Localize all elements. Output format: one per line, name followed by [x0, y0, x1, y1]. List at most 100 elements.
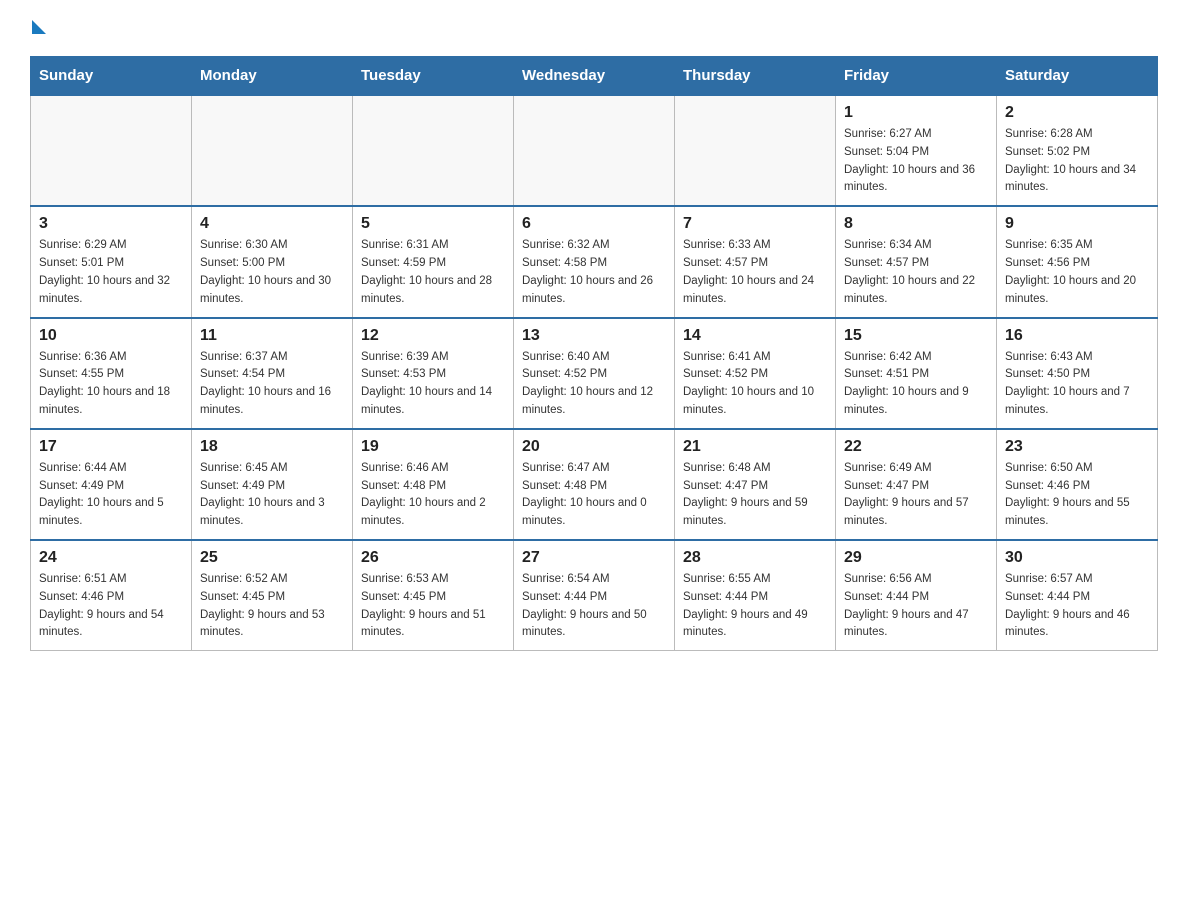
day-info: Sunrise: 6:41 AM Sunset: 4:52 PM Dayligh…: [683, 349, 827, 420]
calendar-cell: 15 Sunrise: 6:42 AM Sunset: 4:51 PM Dayli…: [836, 318, 997, 429]
calendar-cell: 18 Sunrise: 6:45 AM Sunset: 4:49 PM Dayli…: [192, 429, 353, 540]
calendar-cell: [31, 95, 192, 206]
calendar-cell: 11Sunrise: 6:37 AM Sunset: 4:54 PM Dayli…: [192, 318, 353, 429]
day-info: Sunrise: 6:53 AM Sunset: 4:45 PM Dayligh…: [361, 571, 505, 642]
day-info: Sunrise: 6:45 AM Sunset: 4:49 PM Dayligh…: [200, 460, 344, 531]
calendar-week-row: 10 Sunrise: 6:36 AM Sunset: 4:55 PM Dayli…: [31, 318, 1158, 429]
calendar-week-row: 17Sunrise: 6:44 AM Sunset: 4:49 PM Dayli…: [31, 429, 1158, 540]
calendar-cell: 27 Sunrise: 6:54 AM Sunset: 4:44 PM Dayli…: [514, 540, 675, 651]
day-info: Sunrise: 6:44 AM Sunset: 4:49 PM Dayligh…: [39, 460, 183, 531]
calendar-header-friday: Friday: [836, 57, 997, 96]
day-info: Sunrise: 6:47 AM Sunset: 4:48 PM Dayligh…: [522, 460, 666, 531]
day-info: Sunrise: 6:48 AM Sunset: 4:47 PM Dayligh…: [683, 460, 827, 531]
calendar-cell: 10 Sunrise: 6:36 AM Sunset: 4:55 PM Dayli…: [31, 318, 192, 429]
calendar-header-sunday: Sunday: [31, 57, 192, 96]
day-number: 14: [683, 327, 827, 345]
day-number: 16: [1005, 327, 1149, 345]
calendar-cell: 26 Sunrise: 6:53 AM Sunset: 4:45 PM Dayli…: [353, 540, 514, 651]
calendar-cell: [192, 95, 353, 206]
calendar-week-row: 1 Sunrise: 6:27 AM Sunset: 5:04 PM Daylig…: [31, 95, 1158, 206]
day-info: Sunrise: 6:50 AM Sunset: 4:46 PM Dayligh…: [1005, 460, 1149, 531]
day-info: Sunrise: 6:35 AM Sunset: 4:56 PM Dayligh…: [1005, 237, 1149, 308]
day-info: Sunrise: 6:55 AM Sunset: 4:44 PM Dayligh…: [683, 571, 827, 642]
day-number: 8: [844, 215, 988, 233]
day-number: 10: [39, 327, 183, 345]
day-number: 3: [39, 215, 183, 233]
calendar-week-row: 24 Sunrise: 6:51 AM Sunset: 4:46 PM Dayli…: [31, 540, 1158, 651]
day-number: 5: [361, 215, 505, 233]
day-number: 24: [39, 549, 183, 567]
day-info: Sunrise: 6:46 AM Sunset: 4:48 PM Dayligh…: [361, 460, 505, 531]
page-header: [30, 20, 1158, 36]
day-info: Sunrise: 6:33 AM Sunset: 4:57 PM Dayligh…: [683, 237, 827, 308]
day-number: 30: [1005, 549, 1149, 567]
calendar-cell: 12 Sunrise: 6:39 AM Sunset: 4:53 PM Dayli…: [353, 318, 514, 429]
calendar-cell: 1 Sunrise: 6:27 AM Sunset: 5:04 PM Daylig…: [836, 95, 997, 206]
calendar-cell: 3 Sunrise: 6:29 AM Sunset: 5:01 PM Daylig…: [31, 206, 192, 317]
day-number: 20: [522, 438, 666, 456]
day-number: 15: [844, 327, 988, 345]
day-info: Sunrise: 6:28 AM Sunset: 5:02 PM Dayligh…: [1005, 126, 1149, 197]
calendar-cell: 17Sunrise: 6:44 AM Sunset: 4:49 PM Dayli…: [31, 429, 192, 540]
calendar-cell: 6Sunrise: 6:32 AM Sunset: 4:58 PM Daylig…: [514, 206, 675, 317]
day-info: Sunrise: 6:27 AM Sunset: 5:04 PM Dayligh…: [844, 126, 988, 197]
day-number: 6: [522, 215, 666, 233]
calendar-header-thursday: Thursday: [675, 57, 836, 96]
day-info: Sunrise: 6:30 AM Sunset: 5:00 PM Dayligh…: [200, 237, 344, 308]
day-number: 27: [522, 549, 666, 567]
day-info: Sunrise: 6:49 AM Sunset: 4:47 PM Dayligh…: [844, 460, 988, 531]
day-number: 26: [361, 549, 505, 567]
calendar-cell: 2 Sunrise: 6:28 AM Sunset: 5:02 PM Daylig…: [997, 95, 1158, 206]
calendar-cell: 25Sunrise: 6:52 AM Sunset: 4:45 PM Dayli…: [192, 540, 353, 651]
day-number: 11: [200, 327, 344, 345]
day-number: 9: [1005, 215, 1149, 233]
day-number: 21: [683, 438, 827, 456]
day-number: 2: [1005, 104, 1149, 122]
day-info: Sunrise: 6:51 AM Sunset: 4:46 PM Dayligh…: [39, 571, 183, 642]
day-number: 25: [200, 549, 344, 567]
day-number: 22: [844, 438, 988, 456]
day-number: 4: [200, 215, 344, 233]
day-number: 28: [683, 549, 827, 567]
calendar-week-row: 3 Sunrise: 6:29 AM Sunset: 5:01 PM Daylig…: [31, 206, 1158, 317]
day-info: Sunrise: 6:29 AM Sunset: 5:01 PM Dayligh…: [39, 237, 183, 308]
calendar-cell: 13 Sunrise: 6:40 AM Sunset: 4:52 PM Dayli…: [514, 318, 675, 429]
day-number: 13: [522, 327, 666, 345]
day-info: Sunrise: 6:42 AM Sunset: 4:51 PM Dayligh…: [844, 349, 988, 420]
calendar-header-row: SundayMondayTuesdayWednesdayThursdayFrid…: [31, 57, 1158, 96]
day-info: Sunrise: 6:43 AM Sunset: 4:50 PM Dayligh…: [1005, 349, 1149, 420]
day-number: 29: [844, 549, 988, 567]
day-number: 19: [361, 438, 505, 456]
calendar-cell: 22 Sunrise: 6:49 AM Sunset: 4:47 PM Dayli…: [836, 429, 997, 540]
day-info: Sunrise: 6:34 AM Sunset: 4:57 PM Dayligh…: [844, 237, 988, 308]
day-number: 12: [361, 327, 505, 345]
day-number: 23: [1005, 438, 1149, 456]
calendar-cell: 21 Sunrise: 6:48 AM Sunset: 4:47 PM Dayli…: [675, 429, 836, 540]
calendar-header-saturday: Saturday: [997, 57, 1158, 96]
day-info: Sunrise: 6:57 AM Sunset: 4:44 PM Dayligh…: [1005, 571, 1149, 642]
day-info: Sunrise: 6:40 AM Sunset: 4:52 PM Dayligh…: [522, 349, 666, 420]
calendar-cell: 5Sunrise: 6:31 AM Sunset: 4:59 PM Daylig…: [353, 206, 514, 317]
calendar-cell: 24 Sunrise: 6:51 AM Sunset: 4:46 PM Dayli…: [31, 540, 192, 651]
calendar-header-wednesday: Wednesday: [514, 57, 675, 96]
calendar-cell: 23 Sunrise: 6:50 AM Sunset: 4:46 PM Dayli…: [997, 429, 1158, 540]
calendar-cell: 8 Sunrise: 6:34 AM Sunset: 4:57 PM Daylig…: [836, 206, 997, 317]
calendar-cell: 30 Sunrise: 6:57 AM Sunset: 4:44 PM Dayli…: [997, 540, 1158, 651]
calendar-cell: 9 Sunrise: 6:35 AM Sunset: 4:56 PM Daylig…: [997, 206, 1158, 317]
calendar-cell: 7Sunrise: 6:33 AM Sunset: 4:57 PM Daylig…: [675, 206, 836, 317]
calendar-cell: 28 Sunrise: 6:55 AM Sunset: 4:44 PM Dayli…: [675, 540, 836, 651]
calendar-header-monday: Monday: [192, 57, 353, 96]
calendar-header-tuesday: Tuesday: [353, 57, 514, 96]
day-info: Sunrise: 6:39 AM Sunset: 4:53 PM Dayligh…: [361, 349, 505, 420]
calendar-cell: 20 Sunrise: 6:47 AM Sunset: 4:48 PM Dayli…: [514, 429, 675, 540]
day-number: 18: [200, 438, 344, 456]
day-info: Sunrise: 6:54 AM Sunset: 4:44 PM Dayligh…: [522, 571, 666, 642]
calendar-cell: 14 Sunrise: 6:41 AM Sunset: 4:52 PM Dayli…: [675, 318, 836, 429]
logo: [30, 20, 46, 36]
calendar-cell: 29 Sunrise: 6:56 AM Sunset: 4:44 PM Dayli…: [836, 540, 997, 651]
calendar-cell: 19 Sunrise: 6:46 AM Sunset: 4:48 PM Dayli…: [353, 429, 514, 540]
day-info: Sunrise: 6:36 AM Sunset: 4:55 PM Dayligh…: [39, 349, 183, 420]
day-info: Sunrise: 6:56 AM Sunset: 4:44 PM Dayligh…: [844, 571, 988, 642]
calendar-cell: [353, 95, 514, 206]
day-number: 1: [844, 104, 988, 122]
